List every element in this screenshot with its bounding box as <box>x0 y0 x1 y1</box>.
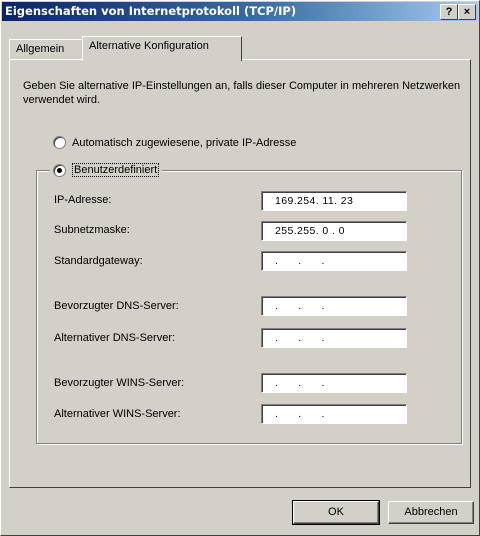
description-text: Geben Sie alternative IP-Einstellungen a… <box>23 80 461 106</box>
radio-custom-indicator[interactable] <box>53 163 66 177</box>
ip-address-label: IP-Adresse: <box>54 194 112 206</box>
ip-address-field[interactable]: 169.254. 11. 23 <box>261 191 407 211</box>
default-gateway-label: Standardgateway: <box>54 255 143 267</box>
preferred-dns-label: Bevorzugter DNS-Server: <box>54 300 179 312</box>
alternate-wins-field[interactable]: . . . <box>261 404 407 424</box>
radio-custom[interactable]: Benutzerdefiniert <box>50 163 163 177</box>
default-gateway-field[interactable]: . . . <box>261 251 407 271</box>
subnet-mask-label: Subnetzmaske: <box>54 224 130 236</box>
preferred-dns-field[interactable]: . . . <box>261 296 407 316</box>
radio-custom-label: Benutzerdefiniert <box>72 163 160 177</box>
preferred-wins-field[interactable]: . . . <box>261 373 407 393</box>
tab-allgemein[interactable]: Allgemein <box>9 39 85 60</box>
window-title: Eigenschaften von Internetprotokoll (TCP… <box>5 4 297 18</box>
radio-auto-indicator[interactable] <box>53 136 66 149</box>
alternate-dns-field[interactable]: . . . <box>261 328 407 348</box>
subnet-mask-field[interactable]: 255.255. 0 . 0 <box>261 221 407 241</box>
preferred-wins-label: Bevorzugter WINS-Server: <box>54 377 185 389</box>
radio-auto-label: Automatisch zugewiesene, private IP-Adre… <box>72 136 297 149</box>
tab-alternative-konfiguration[interactable]: Alternative Konfiguration <box>82 36 242 61</box>
radio-auto-private-ip[interactable]: Automatisch zugewiesene, private IP-Adre… <box>53 136 296 149</box>
title-bar[interactable]: Eigenschaften von Internetprotokoll (TCP… <box>2 2 478 21</box>
alternate-dns-label: Alternativer DNS-Server: <box>54 332 176 344</box>
ok-button[interactable]: OK <box>292 500 380 525</box>
close-button[interactable]: × <box>458 4 476 20</box>
cancel-button[interactable]: Abbrechen <box>388 501 474 524</box>
alternate-wins-label: Alternativer WINS-Server: <box>54 408 181 420</box>
help-button[interactable]: ? <box>440 4 458 20</box>
